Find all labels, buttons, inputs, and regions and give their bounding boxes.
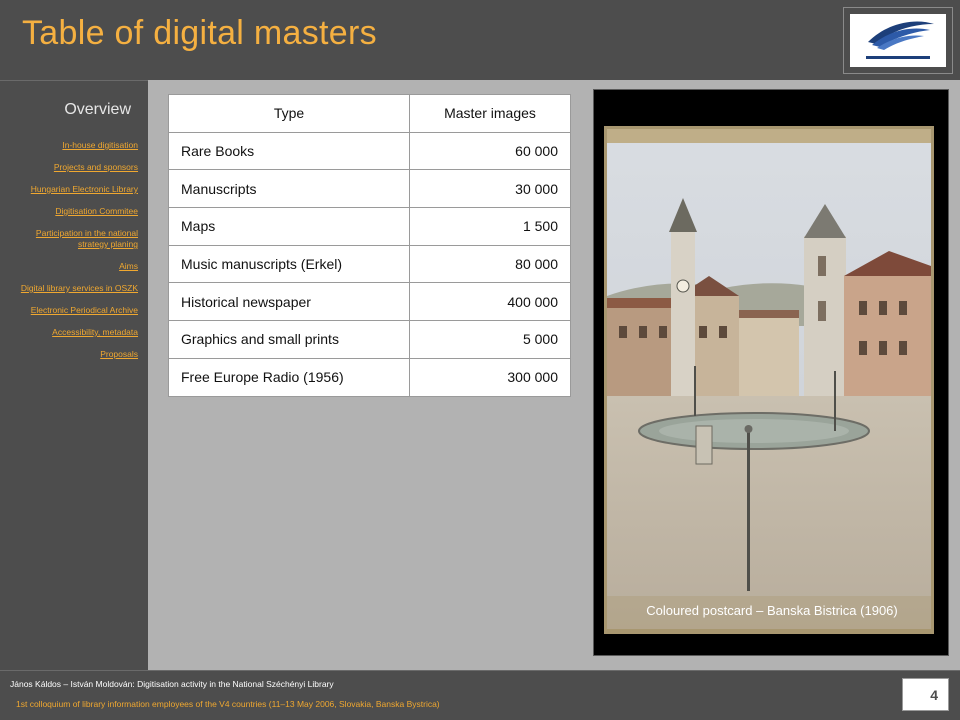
table-header-row: Type Master images [168,94,571,133]
sidebar-nav: In-house digitisation Projects and spons… [6,139,138,370]
library-logo [843,7,953,74]
postcard-photo-frame: Coloured postcard – Banska Bistrica (190… [593,89,949,656]
sidebar-link-digitisation-commitee[interactable]: Digitisation Commitee [55,206,138,216]
count-cell: 30 000 [409,169,571,209]
count-cell: 80 000 [409,244,571,284]
sidebar-item: Proposals [6,348,138,359]
type-cell: Maps [168,207,410,246]
type-cell: Graphics and small prints [168,320,410,359]
count-cell: 300 000 [409,357,571,397]
slide: Table of digital masters Overview In-hou… [0,0,960,720]
sidebar-item: Projects and sponsors [6,161,138,172]
table-row: Maps 1 500 [168,207,571,246]
count-cell: 5 000 [409,320,571,359]
count-cell: 1 500 [409,207,571,246]
sidebar-link-digital-library-services[interactable]: Digital library services in OSZK [21,283,138,293]
sidebar-item: Digitisation Commitee [6,205,138,216]
table-row: Graphics and small prints 5 000 [168,320,571,359]
sidebar: Overview In-house digitisation Projects … [0,80,148,670]
count-cell: 400 000 [409,282,571,322]
type-cell: Music manuscripts (Erkel) [168,244,410,284]
page-title: Table of digital masters [22,14,377,52]
main-content: Type Master images Rare Books 60 000 Man… [148,80,960,670]
type-cell: Free Europe Radio (1956) [168,357,410,397]
count-cell: 60 000 [409,131,571,171]
sidebar-item: In-house digitisation [6,139,138,150]
table-row: Free Europe Radio (1956) 300 000 [168,357,571,397]
sidebar-item: Aims [6,260,138,271]
postcard-caption: Coloured postcard – Banska Bistrica (190… [646,603,898,618]
footer: János Káldos – István Moldován: Digitisa… [0,670,960,720]
type-cell: Manuscripts [168,169,410,209]
sidebar-item: Digital library services in OSZK [6,282,138,293]
sidebar-item: Participation in the national strategy p… [6,227,138,249]
sidebar-item: Accessibility, metadata [6,326,138,337]
sidebar-item: Electronic Periodical Archive [6,304,138,315]
sidebar-item: Hungarian Electronic Library [6,183,138,194]
logo-image [850,14,946,67]
type-cell: Historical newspaper [168,282,410,322]
footer-event: 1st colloquium of library information em… [16,699,440,709]
sidebar-link-aims[interactable]: Aims [119,261,138,271]
digital-masters-table: Type Master images Rare Books 60 000 Man… [168,94,571,397]
sidebar-link-accessibility-metadata[interactable]: Accessibility, metadata [52,327,138,337]
type-cell: Rare Books [168,131,410,171]
table-row: Manuscripts 30 000 [168,169,571,209]
sidebar-heading: Overview [64,101,131,118]
page-number: 4 [902,678,949,711]
table-row: Rare Books 60 000 [168,131,571,171]
sidebar-link-electronic-periodical-archive[interactable]: Electronic Periodical Archive [31,305,138,315]
column-header-type: Type [168,94,410,133]
table-row: Music manuscripts (Erkel) 80 000 [168,244,571,284]
column-header-master-images: Master images [409,94,571,133]
footer-authors: János Káldos – István Moldován: Digitisa… [10,679,334,689]
header: Table of digital masters [0,0,960,80]
sidebar-link-projects-and-sponsors[interactable]: Projects and sponsors [54,162,138,172]
postcard-image [604,126,934,634]
sidebar-link-hungarian-electronic-library[interactable]: Hungarian Electronic Library [31,184,138,194]
sidebar-link-in-house-digitisation[interactable]: In-house digitisation [62,140,138,150]
sidebar-link-national-strategy[interactable]: Participation in the national strategy p… [36,228,138,249]
sidebar-link-proposals[interactable]: Proposals [100,349,138,359]
table-row: Historical newspaper 400 000 [168,282,571,322]
